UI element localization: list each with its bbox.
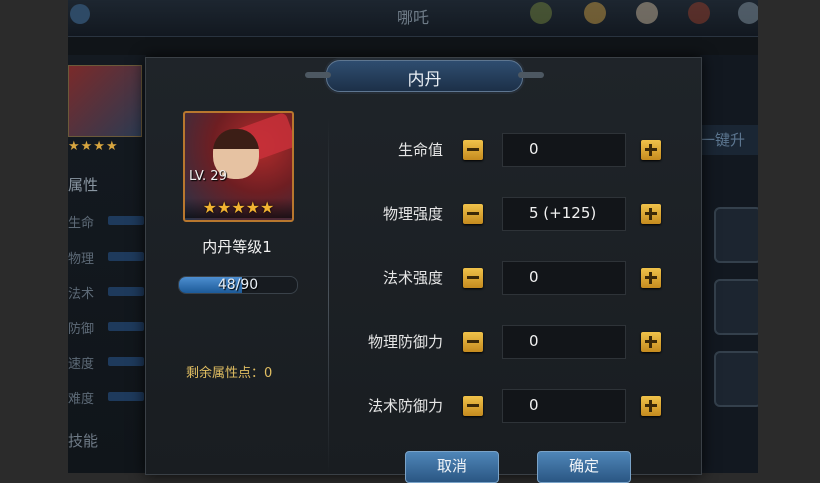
equipment-slot[interactable] [714, 207, 758, 263]
attribute-label: 法术防御力 [367, 397, 443, 415]
plus-button[interactable] [641, 204, 661, 224]
core-xp-bar: 48/90 [178, 276, 298, 294]
attribute-value-box: 0 [502, 325, 626, 359]
attribute-value: 0 [529, 268, 539, 286]
inner-core-dialog: 内丹 LV. 29 ★★★★★ 内丹等级1 48/90 剩余属性点：0 生命值 … [145, 57, 702, 483]
attr-row: 防御 [68, 318, 146, 337]
hero-star-rating: ★★★★★ [185, 198, 292, 218]
one-key-upgrade-button[interactable]: 一键升 [700, 125, 758, 155]
attr-row: 生命 [68, 212, 146, 231]
confirm-button[interactable]: 确定 [537, 451, 631, 483]
hero-portrait [68, 65, 142, 137]
attribute-list: 生命值 0 物理强度 5 (+125) 法术强度 0 物理防御力 0 法术防御力… [329, 58, 701, 474]
hero-info-panel: ★★★★ 属性 生命 物理 法术 防御 速度 难度 技能 [68, 55, 146, 473]
minus-button[interactable] [463, 140, 483, 160]
star-icon: ★ [260, 198, 275, 217]
plus-button[interactable] [641, 332, 661, 352]
attribute-label: 物理防御力 [367, 333, 443, 351]
cancel-button[interactable]: 取消 [405, 451, 499, 483]
equipment-panel: 一键升 [700, 55, 758, 473]
leaf-icon[interactable] [530, 2, 552, 24]
attribute-value: 0 [529, 140, 539, 158]
star-icon: ★ [231, 198, 246, 217]
star-icon: ★ [216, 198, 232, 217]
attribute-row-magic-attack: 法术强度 0 [329, 261, 701, 295]
attribute-label: 法术强度 [382, 269, 443, 287]
attribute-value-box: 0 [502, 133, 626, 167]
attr-row: 法术 [68, 283, 146, 302]
top-bar: 哪吒 [68, 0, 758, 37]
core-level-label: 内丹等级1 [202, 238, 272, 256]
attr-row: 物理 [68, 248, 146, 267]
attribute-label: 物理强度 [382, 205, 443, 223]
coin-icon[interactable] [584, 2, 606, 24]
star-icon: ★ [245, 198, 261, 217]
remaining-points: 剩余属性点：0 [186, 366, 273, 381]
star-icon: ★ [202, 198, 217, 217]
attribute-row-magic-defense: 法术防御力 0 [329, 389, 701, 423]
hero-stars: ★★★★ [68, 139, 119, 154]
attribute-row-physical-defense: 物理防御力 0 [329, 325, 701, 359]
sword-icon[interactable] [738, 2, 758, 24]
skills-heading: 技能 [68, 432, 99, 450]
plus-button[interactable] [641, 268, 661, 288]
minus-button[interactable] [463, 332, 483, 352]
plus-button[interactable] [641, 396, 661, 416]
attribute-row-hp: 生命值 0 [329, 133, 701, 167]
hero-card: LV. 29 ★★★★★ [183, 111, 294, 222]
attribute-value-box: 0 [502, 261, 626, 295]
attribute-value: 5 (+125) [529, 204, 597, 222]
attr-row: 难度 [68, 388, 146, 407]
equipment-slot[interactable] [714, 351, 758, 407]
minus-button[interactable] [463, 204, 483, 224]
attribute-value-box: 0 [502, 389, 626, 423]
plus-button[interactable] [641, 140, 661, 160]
chest-icon[interactable] [688, 2, 710, 24]
minus-button[interactable] [463, 268, 483, 288]
attribute-value: 0 [529, 332, 539, 350]
minus-button[interactable] [463, 396, 483, 416]
equipment-slot[interactable] [714, 279, 758, 335]
attribute-value: 0 [529, 396, 539, 414]
attribute-value-box: 5 (+125) [502, 197, 626, 231]
hero-level: LV. 29 [189, 169, 227, 184]
core-xp-text: 48/90 [217, 277, 259, 293]
attribute-label: 生命值 [397, 141, 443, 159]
attribute-row-physical-attack: 物理强度 5 (+125) [329, 197, 701, 231]
attr-row: 速度 [68, 353, 146, 372]
attributes-heading: 属性 [68, 176, 99, 194]
scroll-icon[interactable] [636, 2, 658, 24]
